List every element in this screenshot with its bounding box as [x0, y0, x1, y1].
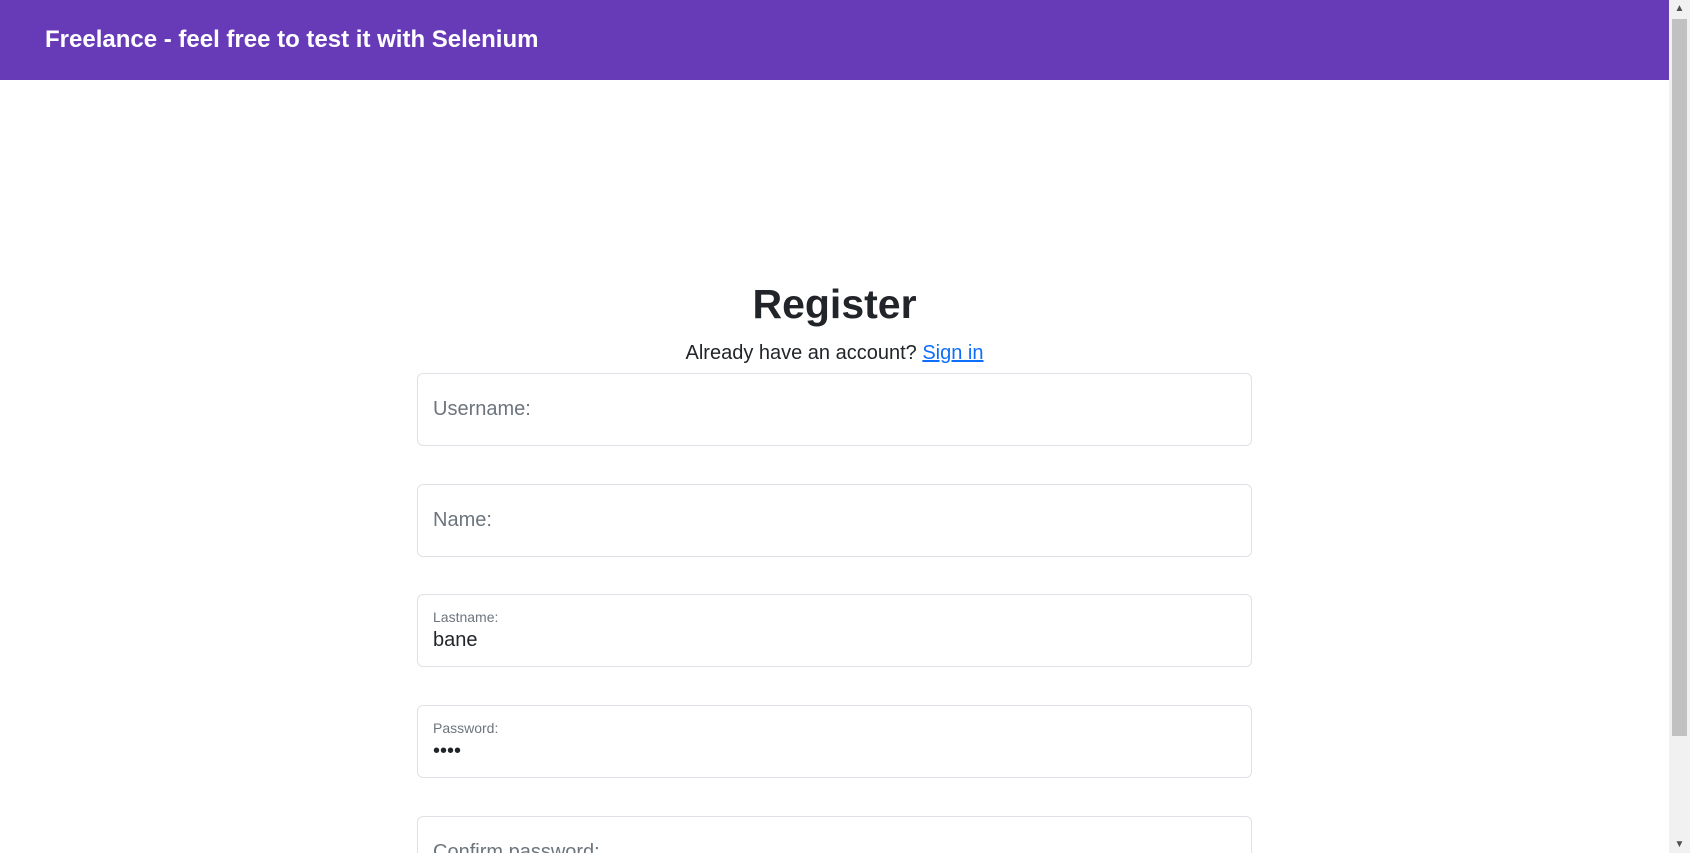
username-label: Username:	[433, 398, 531, 420]
page-viewport: Freelance - feel free to test it with Se…	[0, 0, 1669, 853]
navbar: Freelance - feel free to test it with Se…	[0, 0, 1669, 80]
lastname-field[interactable]: Lastname: bane	[417, 594, 1252, 667]
password-field[interactable]: Password: ••••	[417, 705, 1252, 778]
username-field[interactable]: Username:	[417, 373, 1252, 446]
lastname-value: bane	[433, 629, 478, 651]
confirm-password-label: Confirm password:	[433, 841, 600, 853]
signin-prompt-text: Already have an account?	[685, 342, 923, 364]
name-field[interactable]: Name:	[417, 484, 1252, 557]
name-label: Name:	[433, 509, 492, 531]
password-label: Password:	[433, 720, 499, 736]
lastname-label: Lastname:	[433, 609, 499, 625]
scroll-up-icon[interactable]: ▲	[1669, 0, 1690, 17]
signin-link[interactable]: Sign in	[922, 342, 983, 364]
signin-prompt: Already have an account? Sign in	[0, 338, 1669, 368]
scroll-down-icon[interactable]: ▼	[1669, 836, 1690, 853]
vertical-scrollbar[interactable]: ▲ ▼	[1669, 0, 1690, 853]
navbar-brand[interactable]: Freelance - feel free to test it with Se…	[45, 24, 538, 56]
page-title: Register	[752, 281, 917, 327]
password-value: ••••	[433, 740, 462, 762]
scrollbar-thumb[interactable]	[1672, 19, 1687, 736]
confirm-password-field[interactable]: Confirm password:	[417, 816, 1252, 853]
